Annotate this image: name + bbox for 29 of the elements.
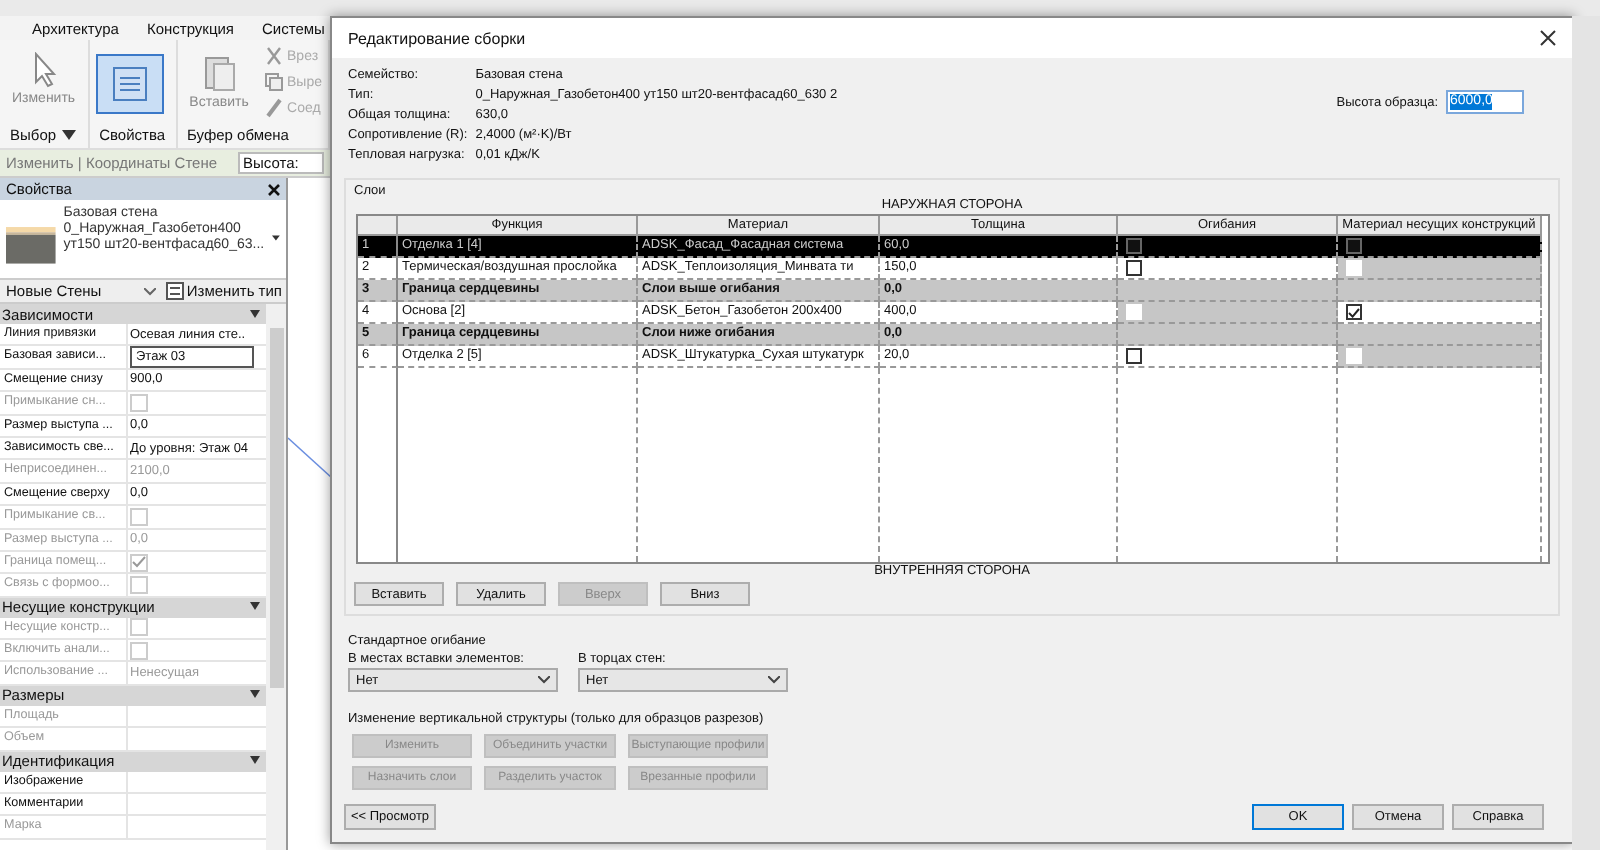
- checkbox[interactable]: [1126, 348, 1142, 364]
- collapse-icon: [250, 690, 260, 701]
- collapse-icon: [250, 602, 260, 613]
- check-icon: [132, 556, 146, 569]
- properties-button[interactable]: [95, 54, 164, 114]
- close-icon: [1540, 30, 1556, 46]
- header-cell: [358, 216, 398, 236]
- chevron-down-icon: [538, 676, 550, 684]
- dialog-title: Редактирование сборки: [348, 29, 526, 47]
- scissors-icon: [263, 46, 284, 66]
- dropdown-arrow-icon: [272, 234, 280, 242]
- properties-icon: [109, 64, 150, 104]
- copy-icon: [263, 72, 284, 92]
- chevron-down-icon: [768, 676, 780, 684]
- collapse-icon: [250, 309, 260, 319]
- collapse-icon: [250, 756, 260, 767]
- checkbox[interactable]: [1346, 238, 1362, 254]
- chevron-down-icon: [144, 287, 157, 295]
- dropdown-arrow-icon: [62, 130, 77, 140]
- scrollbar[interactable]: [266, 304, 286, 850]
- close-icon: [268, 183, 280, 195]
- brush-icon: [263, 98, 284, 118]
- checkbox[interactable]: [1346, 304, 1362, 320]
- scrollbar-thumb[interactable]: [269, 328, 283, 688]
- clipboard-icon: [201, 52, 238, 92]
- checkbox[interactable]: [1126, 260, 1142, 276]
- checkbox[interactable]: [1126, 238, 1142, 254]
- edit-type-icon: [166, 282, 185, 300]
- check-icon: [1348, 307, 1360, 317]
